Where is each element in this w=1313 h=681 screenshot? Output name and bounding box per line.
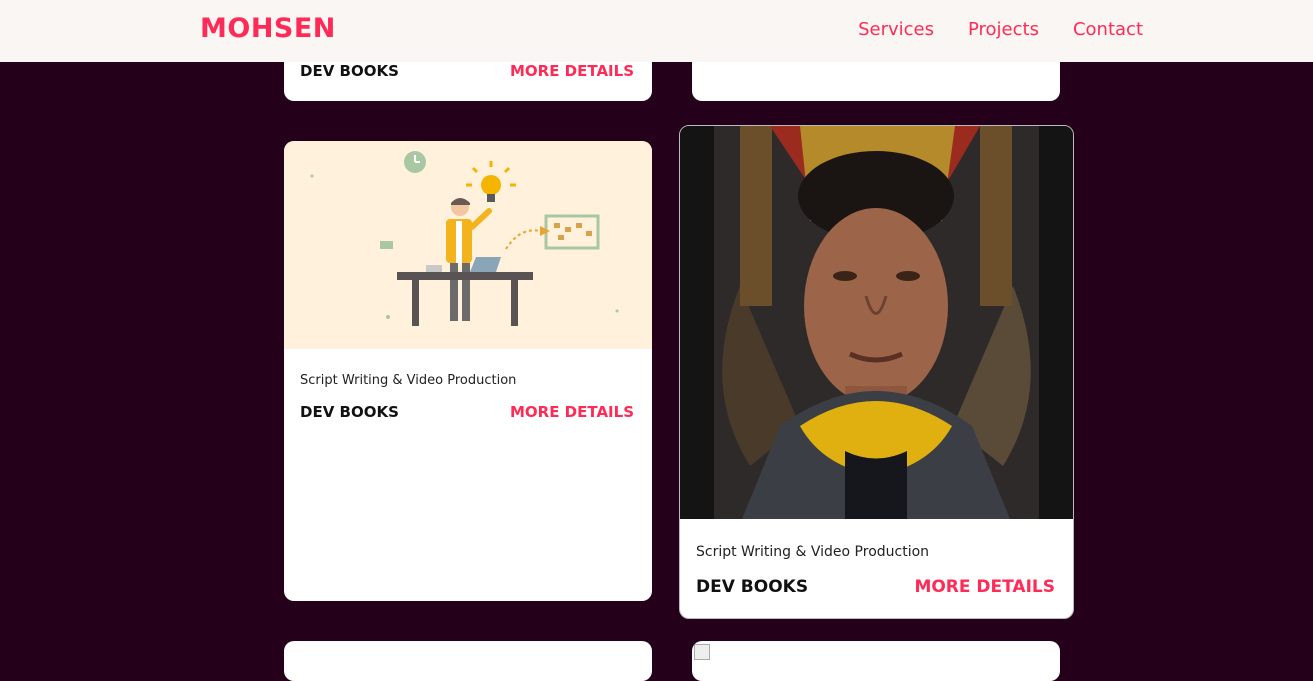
project-card-bottom-right <box>692 641 1060 681</box>
card-brand: DEV BOOKS <box>300 62 399 80</box>
idea-illustration <box>310 151 619 326</box>
nav-links: Services Projects Contact <box>858 19 1143 40</box>
portrait-illustration <box>680 126 1073 519</box>
more-details-link[interactable]: MORE DETAILS <box>510 62 634 80</box>
card-brand: DEV BOOKS <box>696 577 809 597</box>
broken-image-icon <box>694 644 710 660</box>
project-card: Script Writing & Video Production DEV BO… <box>284 141 652 601</box>
nav-link-contact[interactable]: Contact <box>1073 19 1143 40</box>
lightbulb-icon <box>481 175 501 195</box>
portrait-image <box>680 126 1073 519</box>
top-navbar: MOHSEN Services Projects Contact <box>0 0 1313 62</box>
desk-icon <box>397 272 533 280</box>
site-logo[interactable]: MOHSEN <box>200 13 336 44</box>
nav-link-services[interactable]: Services <box>858 19 934 40</box>
card-brand: DEV BOOKS <box>300 403 399 421</box>
project-card-bottom-left <box>284 641 652 681</box>
project-card-featured: Script Writing & Video Production DEV BO… <box>679 125 1074 619</box>
more-details-link[interactable]: MORE DETAILS <box>510 403 634 421</box>
laptop-icon <box>470 257 501 272</box>
card-illustration <box>284 141 652 349</box>
nav-link-projects[interactable]: Projects <box>968 19 1039 40</box>
card-subtitle: Script Writing & Video Production <box>300 373 517 388</box>
more-details-link[interactable]: MORE DETAILS <box>914 577 1055 597</box>
card-subtitle: Script Writing & Video Production <box>696 544 930 560</box>
